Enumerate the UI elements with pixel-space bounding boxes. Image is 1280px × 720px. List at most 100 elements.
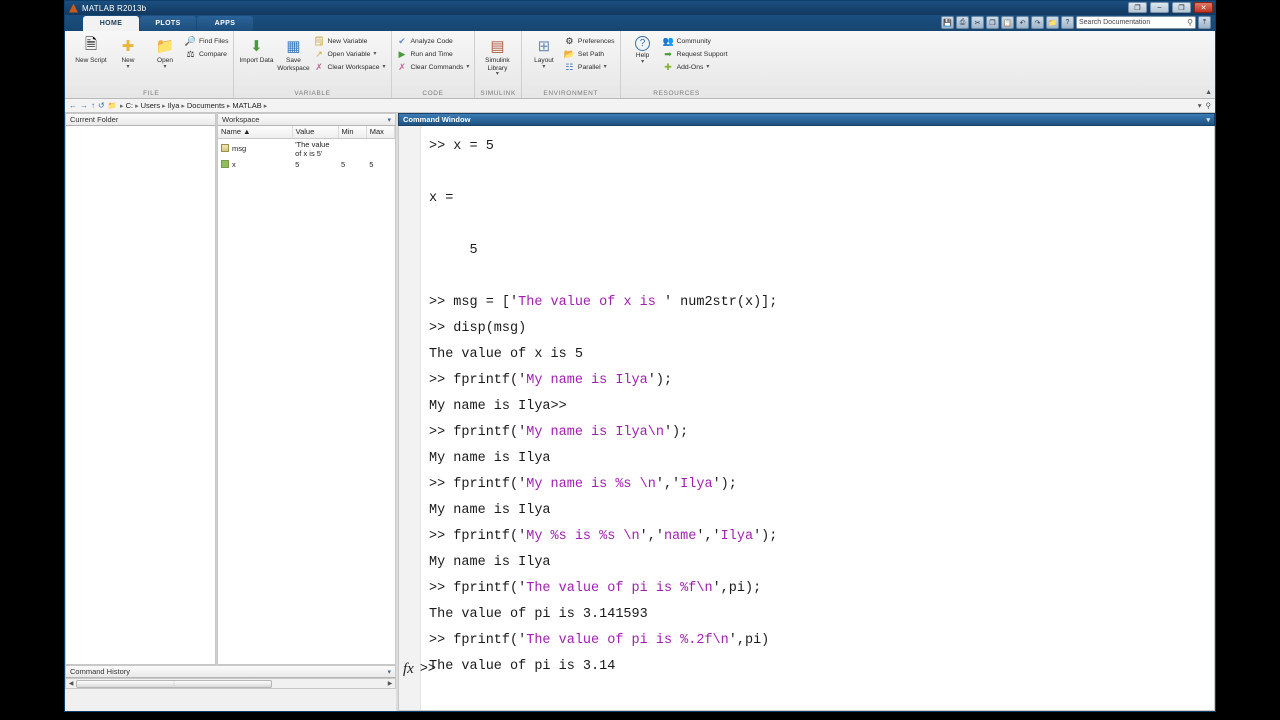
compare-button[interactable]: ⚖ Compare — [185, 49, 228, 60]
console-text: The value of x is 5 — [429, 347, 583, 362]
breadcrumb-item-matlab[interactable]: MATLAB — [232, 101, 261, 110]
forward-icon[interactable]: → — [80, 101, 88, 110]
string-literal: name — [663, 529, 697, 544]
set-path-label: Set Path — [577, 51, 604, 58]
chevron-down-icon[interactable]: ▾ — [466, 64, 469, 70]
scroll-right-icon[interactable]: ▶ — [386, 680, 394, 687]
cut-icon[interactable]: ✂ — [971, 16, 984, 29]
undo-icon[interactable]: ↶ — [1016, 16, 1029, 29]
import-data-button[interactable]: ⬇ Import Data — [239, 33, 273, 65]
chevron-down-icon[interactable]: ▾ — [641, 59, 644, 65]
command-history-title-bar[interactable]: Command History ▾ — [65, 665, 396, 678]
simulink-library-label: Simulink Library — [485, 57, 510, 72]
current-folder-title-bar[interactable]: Current Folder — [65, 113, 216, 126]
scroll-thumb[interactable]: ⋮ — [76, 679, 272, 688]
column-header-max[interactable]: Max — [366, 126, 396, 139]
minimize-button[interactable]: – — [1150, 2, 1169, 13]
new-variable-button[interactable]: 🗒 New Variable — [313, 36, 385, 47]
set-path-button[interactable]: 📂 Set Path — [564, 49, 615, 60]
chevron-down-icon[interactable]: ▾ — [163, 64, 166, 70]
compare-icon: ⚖ — [186, 49, 195, 59]
restore-button[interactable]: ❐ — [1128, 2, 1147, 13]
print-icon[interactable]: ⎙ — [956, 16, 969, 29]
chevron-down-icon[interactable]: ▾ — [373, 51, 376, 57]
back-icon[interactable]: ← — [69, 101, 77, 110]
chevron-down-icon[interactable]: ▾ — [382, 64, 385, 70]
copy-icon[interactable]: ❐ — [986, 16, 999, 29]
minimize-ribbon-icon[interactable]: ▲ — [1205, 89, 1212, 96]
collapse-ribbon-icon[interactable]: ⤒ — [1198, 16, 1211, 29]
help-button[interactable]: ? Help ▾ — [626, 33, 660, 65]
parallel-button[interactable]: ☷ Parallel ▾ — [564, 62, 615, 73]
up-one-level-icon[interactable]: ↑ — [91, 101, 95, 110]
community-button[interactable]: 👥 Community — [662, 36, 728, 47]
simulink-library-button[interactable]: ▤ Simulink Library ▾ — [480, 33, 514, 77]
chevron-down-icon[interactable]: ▾ — [706, 64, 709, 70]
gear-icon: ⚙ — [565, 36, 574, 46]
workspace-title-bar[interactable]: Workspace ▾ — [217, 113, 396, 126]
console-line: The value of pi is 3.141593 — [429, 602, 1214, 628]
refresh-icon[interactable]: ↺ — [98, 101, 105, 110]
chevron-down-icon[interactable]: ▾ — [604, 64, 607, 70]
chevron-down-icon[interactable]: ▾ — [1198, 101, 1202, 110]
panel-actions-icon[interactable]: ▾ — [387, 668, 391, 676]
column-header-name[interactable]: Name ▲ — [218, 126, 293, 139]
request-support-button[interactable]: ➡ Request Support — [663, 49, 727, 60]
table-row[interactable]: msg 'The value of x is 5' — [218, 138, 395, 159]
paste-icon[interactable]: 📋 — [1001, 16, 1014, 29]
breadcrumb-item-c[interactable]: C: — [126, 101, 134, 110]
clear-workspace-button[interactable]: ✗ Clear Workspace ▾ — [313, 62, 385, 73]
console-line: >> fprintf('My name is %s \n','Ilya'); — [429, 472, 1214, 498]
close-button[interactable]: ✕ — [1194, 2, 1213, 13]
console-line: My name is Ilya — [429, 446, 1214, 472]
save-icon[interactable]: 💾 — [941, 16, 954, 29]
table-row[interactable]: x 5 5 5 — [218, 159, 395, 170]
breadcrumb-item-users[interactable]: Users — [141, 101, 161, 110]
add-ons-label: Add-Ons — [676, 64, 704, 71]
tab-home[interactable]: HOME — [83, 16, 139, 31]
chevron-down-icon[interactable]: ▾ — [496, 71, 499, 77]
run-and-time-button[interactable]: ▶ Run and Time — [397, 49, 470, 60]
workspace-body[interactable]: Name ▲ Value Min Max msg 'The value of x… — [217, 126, 396, 665]
clear-commands-button[interactable]: ✗ Clear Commands ▾ — [397, 62, 469, 73]
preferences-button[interactable]: ⚙ Preferences — [564, 36, 614, 47]
command-prompt-row[interactable]: fx >> — [403, 661, 436, 678]
save-workspace-button[interactable]: ▦ Save Workspace — [276, 33, 310, 72]
current-folder-body[interactable] — [65, 126, 216, 665]
find-files-button[interactable]: 🔎 Find Files — [185, 36, 229, 47]
scroll-left-icon[interactable]: ◀ — [67, 680, 75, 687]
command-window-title-bar[interactable]: Command Window ▾ — [398, 113, 1215, 126]
chevron-down-icon[interactable]: ▾ — [542, 64, 545, 70]
help-icon[interactable]: ? — [1061, 16, 1074, 29]
tab-plots[interactable]: PLOTS — [140, 16, 196, 31]
layout-button[interactable]: ⊞ Layout ▾ — [527, 33, 561, 70]
add-ons-button[interactable]: ✚ Add-Ons ▾ — [663, 62, 728, 73]
chevron-down-icon[interactable]: ▾ — [126, 64, 129, 70]
panel-actions-icon[interactable]: ▾ — [387, 116, 391, 124]
console-output[interactable]: >> x = 5 x = 5 >> msg = ['The value of x… — [421, 126, 1214, 710]
breadcrumb-item-documents[interactable]: Documents — [187, 101, 225, 110]
console-text: x = — [429, 191, 454, 206]
redo-icon[interactable]: ↷ — [1031, 16, 1044, 29]
column-header-min[interactable]: Min — [338, 126, 367, 139]
fx-icon[interactable]: fx — [403, 661, 414, 678]
command-input-prompt[interactable]: >> — [420, 662, 436, 677]
ribbon-group-simulink: ▤ Simulink Library ▾ SIMULINK — [475, 31, 522, 98]
folder-icon[interactable]: 📁 — [1046, 16, 1059, 29]
open-button[interactable]: 📁 Open ▾ — [148, 33, 182, 70]
column-header-value[interactable]: Value — [292, 126, 339, 139]
console-text: My name is Ilya — [429, 451, 551, 466]
breadcrumb-item-ilya[interactable]: Ilya — [168, 101, 180, 110]
maximize-button[interactable]: ❐ — [1172, 2, 1191, 13]
command-history-hscrollbar[interactable]: ◀ ⋮ ▶ — [65, 678, 396, 689]
command-window-body[interactable]: >> x = 5 x = 5 >> msg = ['The value of x… — [398, 126, 1215, 711]
new-script-button[interactable]: 🗎 New Script — [74, 33, 108, 65]
search-icon[interactable]: ⚲ — [1206, 101, 1212, 110]
analyze-code-button[interactable]: ✔ Analyze Code — [397, 36, 470, 47]
search-documentation-input[interactable]: Search Documentation ⚲ — [1076, 16, 1196, 29]
tab-apps[interactable]: APPS — [197, 16, 253, 31]
panel-actions-icon[interactable]: ▾ — [1206, 116, 1210, 124]
new-button[interactable]: ✚ New ▾ — [111, 33, 145, 70]
open-variable-button[interactable]: ↗ Open Variable ▾ — [313, 49, 385, 60]
